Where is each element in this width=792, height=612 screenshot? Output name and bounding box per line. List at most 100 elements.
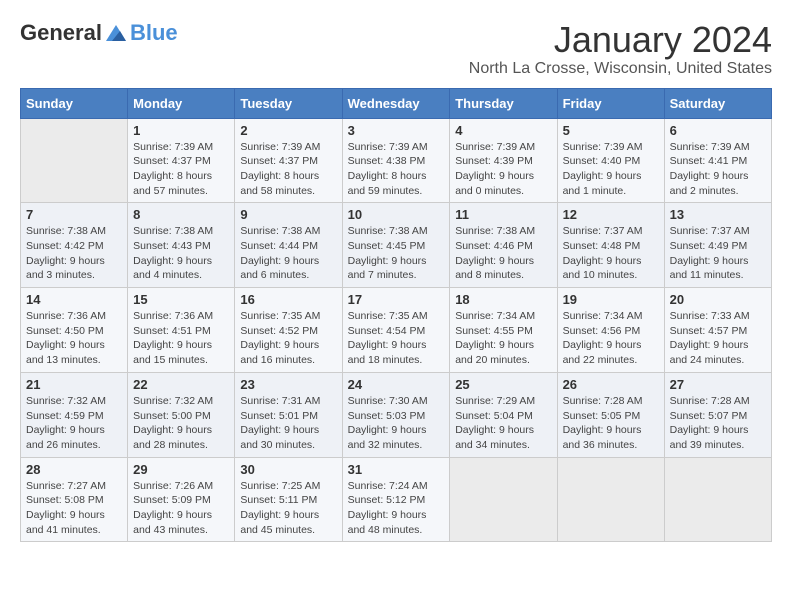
calendar-day-cell: 30Sunrise: 7:25 AMSunset: 5:11 PMDayligh…	[235, 457, 342, 542]
day-number: 20	[670, 292, 766, 307]
calendar-week-row: 28 Sunrise: 7:27 AMSunset: 5:08 PMDayligh…	[21, 457, 772, 542]
calendar-day-cell: 19 Sunrise: 7:34 AMSunset: 4:56 PMDayligh…	[557, 288, 664, 373]
day-number: 22	[133, 377, 229, 392]
day-number: 13	[670, 207, 766, 222]
day-info: Sunrise: 7:36 AMSunset: 4:51 PMDaylight:…	[133, 309, 229, 368]
day-info: Sunrise: 7:34 AMSunset: 4:55 PMDaylight:…	[455, 309, 551, 368]
logo: General Blue	[20, 20, 178, 46]
calendar-day-cell: 9 Sunrise: 7:38 AMSunset: 4:44 PMDaylight…	[235, 203, 342, 288]
calendar-table: SundayMondayTuesdayWednesdayThursdayFrid…	[20, 88, 772, 543]
day-number: 21	[26, 377, 122, 392]
calendar-day-cell: 3Sunrise: 7:39 AMSunset: 4:38 PMDaylight…	[342, 118, 450, 203]
day-info: Sunrise: 7:26 AMSunset: 5:09 PMDaylight:…	[133, 479, 229, 538]
calendar-day-cell: 1 Sunrise: 7:39 AMSunset: 4:37 PMDaylight…	[128, 118, 235, 203]
calendar-day-cell: 21 Sunrise: 7:32 AMSunset: 4:59 PMDayligh…	[21, 372, 128, 457]
calendar-week-row: 14 Sunrise: 7:36 AMSunset: 4:50 PMDayligh…	[21, 288, 772, 373]
day-info: Sunrise: 7:39 AMSunset: 4:37 PMDaylight:…	[240, 140, 336, 199]
day-info: Sunrise: 7:37 AMSunset: 4:49 PMDaylight:…	[670, 224, 766, 283]
day-number: 1	[133, 123, 229, 138]
day-number: 16	[240, 292, 336, 307]
day-info: Sunrise: 7:27 AMSunset: 5:08 PMDaylight:…	[26, 479, 122, 538]
day-info: Sunrise: 7:39 AMSunset: 4:39 PMDaylight:…	[455, 140, 551, 199]
day-number: 8	[133, 207, 229, 222]
day-info: Sunrise: 7:38 AMSunset: 4:44 PMDaylight:…	[240, 224, 336, 283]
day-info: Sunrise: 7:38 AMSunset: 4:46 PMDaylight:…	[455, 224, 551, 283]
day-info: Sunrise: 7:31 AMSunset: 5:01 PMDaylight:…	[240, 394, 336, 453]
day-info: Sunrise: 7:37 AMSunset: 4:48 PMDaylight:…	[563, 224, 659, 283]
calendar-day-cell: 13 Sunrise: 7:37 AMSunset: 4:49 PMDayligh…	[664, 203, 771, 288]
weekday-header-row: SundayMondayTuesdayWednesdayThursdayFrid…	[21, 88, 772, 118]
day-info: Sunrise: 7:36 AMSunset: 4:50 PMDaylight:…	[26, 309, 122, 368]
day-info: Sunrise: 7:34 AMSunset: 4:56 PMDaylight:…	[563, 309, 659, 368]
day-number: 5	[563, 123, 659, 138]
month-title: January 2024	[469, 20, 772, 60]
day-info: Sunrise: 7:32 AMSunset: 4:59 PMDaylight:…	[26, 394, 122, 453]
location-title: North La Crosse, Wisconsin, United State…	[469, 60, 772, 78]
day-number: 26	[563, 377, 659, 392]
title-area: January 2024 North La Crosse, Wisconsin,…	[469, 20, 772, 78]
calendar-day-cell	[21, 118, 128, 203]
calendar-day-cell: 23 Sunrise: 7:31 AMSunset: 5:01 PMDayligh…	[235, 372, 342, 457]
day-info: Sunrise: 7:38 AMSunset: 4:43 PMDaylight:…	[133, 224, 229, 283]
calendar-day-cell: 7 Sunrise: 7:38 AMSunset: 4:42 PMDaylight…	[21, 203, 128, 288]
calendar-day-cell: 27Sunrise: 7:28 AMSunset: 5:07 PMDayligh…	[664, 372, 771, 457]
day-number: 23	[240, 377, 336, 392]
day-number: 19	[563, 292, 659, 307]
day-number: 2	[240, 123, 336, 138]
day-number: 28	[26, 462, 122, 477]
day-info: Sunrise: 7:28 AMSunset: 5:07 PMDaylight:…	[670, 394, 766, 453]
day-number: 31	[348, 462, 445, 477]
calendar-day-cell: 6Sunrise: 7:39 AMSunset: 4:41 PMDaylight…	[664, 118, 771, 203]
weekday-header-saturday: Saturday	[664, 88, 771, 118]
day-number: 14	[26, 292, 122, 307]
day-info: Sunrise: 7:28 AMSunset: 5:05 PMDaylight:…	[563, 394, 659, 453]
calendar-day-cell	[450, 457, 557, 542]
day-info: Sunrise: 7:25 AMSunset: 5:11 PMDaylight:…	[240, 479, 336, 538]
logo-icon	[104, 23, 128, 43]
day-info: Sunrise: 7:24 AMSunset: 5:12 PMDaylight:…	[348, 479, 445, 538]
calendar-day-cell: 10Sunrise: 7:38 AMSunset: 4:45 PMDayligh…	[342, 203, 450, 288]
weekday-header-thursday: Thursday	[450, 88, 557, 118]
calendar-day-cell: 29Sunrise: 7:26 AMSunset: 5:09 PMDayligh…	[128, 457, 235, 542]
calendar-day-cell: 22 Sunrise: 7:32 AMSunset: 5:00 PMDayligh…	[128, 372, 235, 457]
logo-blue-text: Blue	[130, 20, 178, 46]
logo-general-text: General	[20, 20, 102, 46]
day-number: 10	[348, 207, 445, 222]
day-info: Sunrise: 7:35 AMSunset: 4:54 PMDaylight:…	[348, 309, 445, 368]
calendar-day-cell: 17 Sunrise: 7:35 AMSunset: 4:54 PMDayligh…	[342, 288, 450, 373]
calendar-day-cell: 12Sunrise: 7:37 AMSunset: 4:48 PMDayligh…	[557, 203, 664, 288]
weekday-header-monday: Monday	[128, 88, 235, 118]
calendar-day-cell	[557, 457, 664, 542]
calendar-day-cell: 15 Sunrise: 7:36 AMSunset: 4:51 PMDayligh…	[128, 288, 235, 373]
day-info: Sunrise: 7:35 AMSunset: 4:52 PMDaylight:…	[240, 309, 336, 368]
calendar-day-cell: 4 Sunrise: 7:39 AMSunset: 4:39 PMDaylight…	[450, 118, 557, 203]
day-number: 25	[455, 377, 551, 392]
day-number: 11	[455, 207, 551, 222]
day-info: Sunrise: 7:30 AMSunset: 5:03 PMDaylight:…	[348, 394, 445, 453]
calendar-day-cell: 11 Sunrise: 7:38 AMSunset: 4:46 PMDayligh…	[450, 203, 557, 288]
calendar-day-cell: 18Sunrise: 7:34 AMSunset: 4:55 PMDayligh…	[450, 288, 557, 373]
day-info: Sunrise: 7:39 AMSunset: 4:37 PMDaylight:…	[133, 140, 229, 199]
calendar-day-cell: 16 Sunrise: 7:35 AMSunset: 4:52 PMDayligh…	[235, 288, 342, 373]
day-number: 17	[348, 292, 445, 307]
day-number: 3	[348, 123, 445, 138]
weekday-header-friday: Friday	[557, 88, 664, 118]
calendar-week-row: 7 Sunrise: 7:38 AMSunset: 4:42 PMDaylight…	[21, 203, 772, 288]
header: General Blue January 2024 North La Cross…	[20, 20, 772, 78]
weekday-header-sunday: Sunday	[21, 88, 128, 118]
calendar-day-cell: 20Sunrise: 7:33 AMSunset: 4:57 PMDayligh…	[664, 288, 771, 373]
day-number: 9	[240, 207, 336, 222]
day-number: 7	[26, 207, 122, 222]
day-info: Sunrise: 7:38 AMSunset: 4:42 PMDaylight:…	[26, 224, 122, 283]
day-info: Sunrise: 7:32 AMSunset: 5:00 PMDaylight:…	[133, 394, 229, 453]
day-number: 6	[670, 123, 766, 138]
calendar-day-cell: 2 Sunrise: 7:39 AMSunset: 4:37 PMDaylight…	[235, 118, 342, 203]
day-number: 24	[348, 377, 445, 392]
calendar-day-cell: 14 Sunrise: 7:36 AMSunset: 4:50 PMDayligh…	[21, 288, 128, 373]
day-number: 4	[455, 123, 551, 138]
calendar-day-cell	[664, 457, 771, 542]
calendar-day-cell: 31 Sunrise: 7:24 AMSunset: 5:12 PMDayligh…	[342, 457, 450, 542]
day-number: 15	[133, 292, 229, 307]
calendar-week-row: 1 Sunrise: 7:39 AMSunset: 4:37 PMDaylight…	[21, 118, 772, 203]
weekday-header-wednesday: Wednesday	[342, 88, 450, 118]
